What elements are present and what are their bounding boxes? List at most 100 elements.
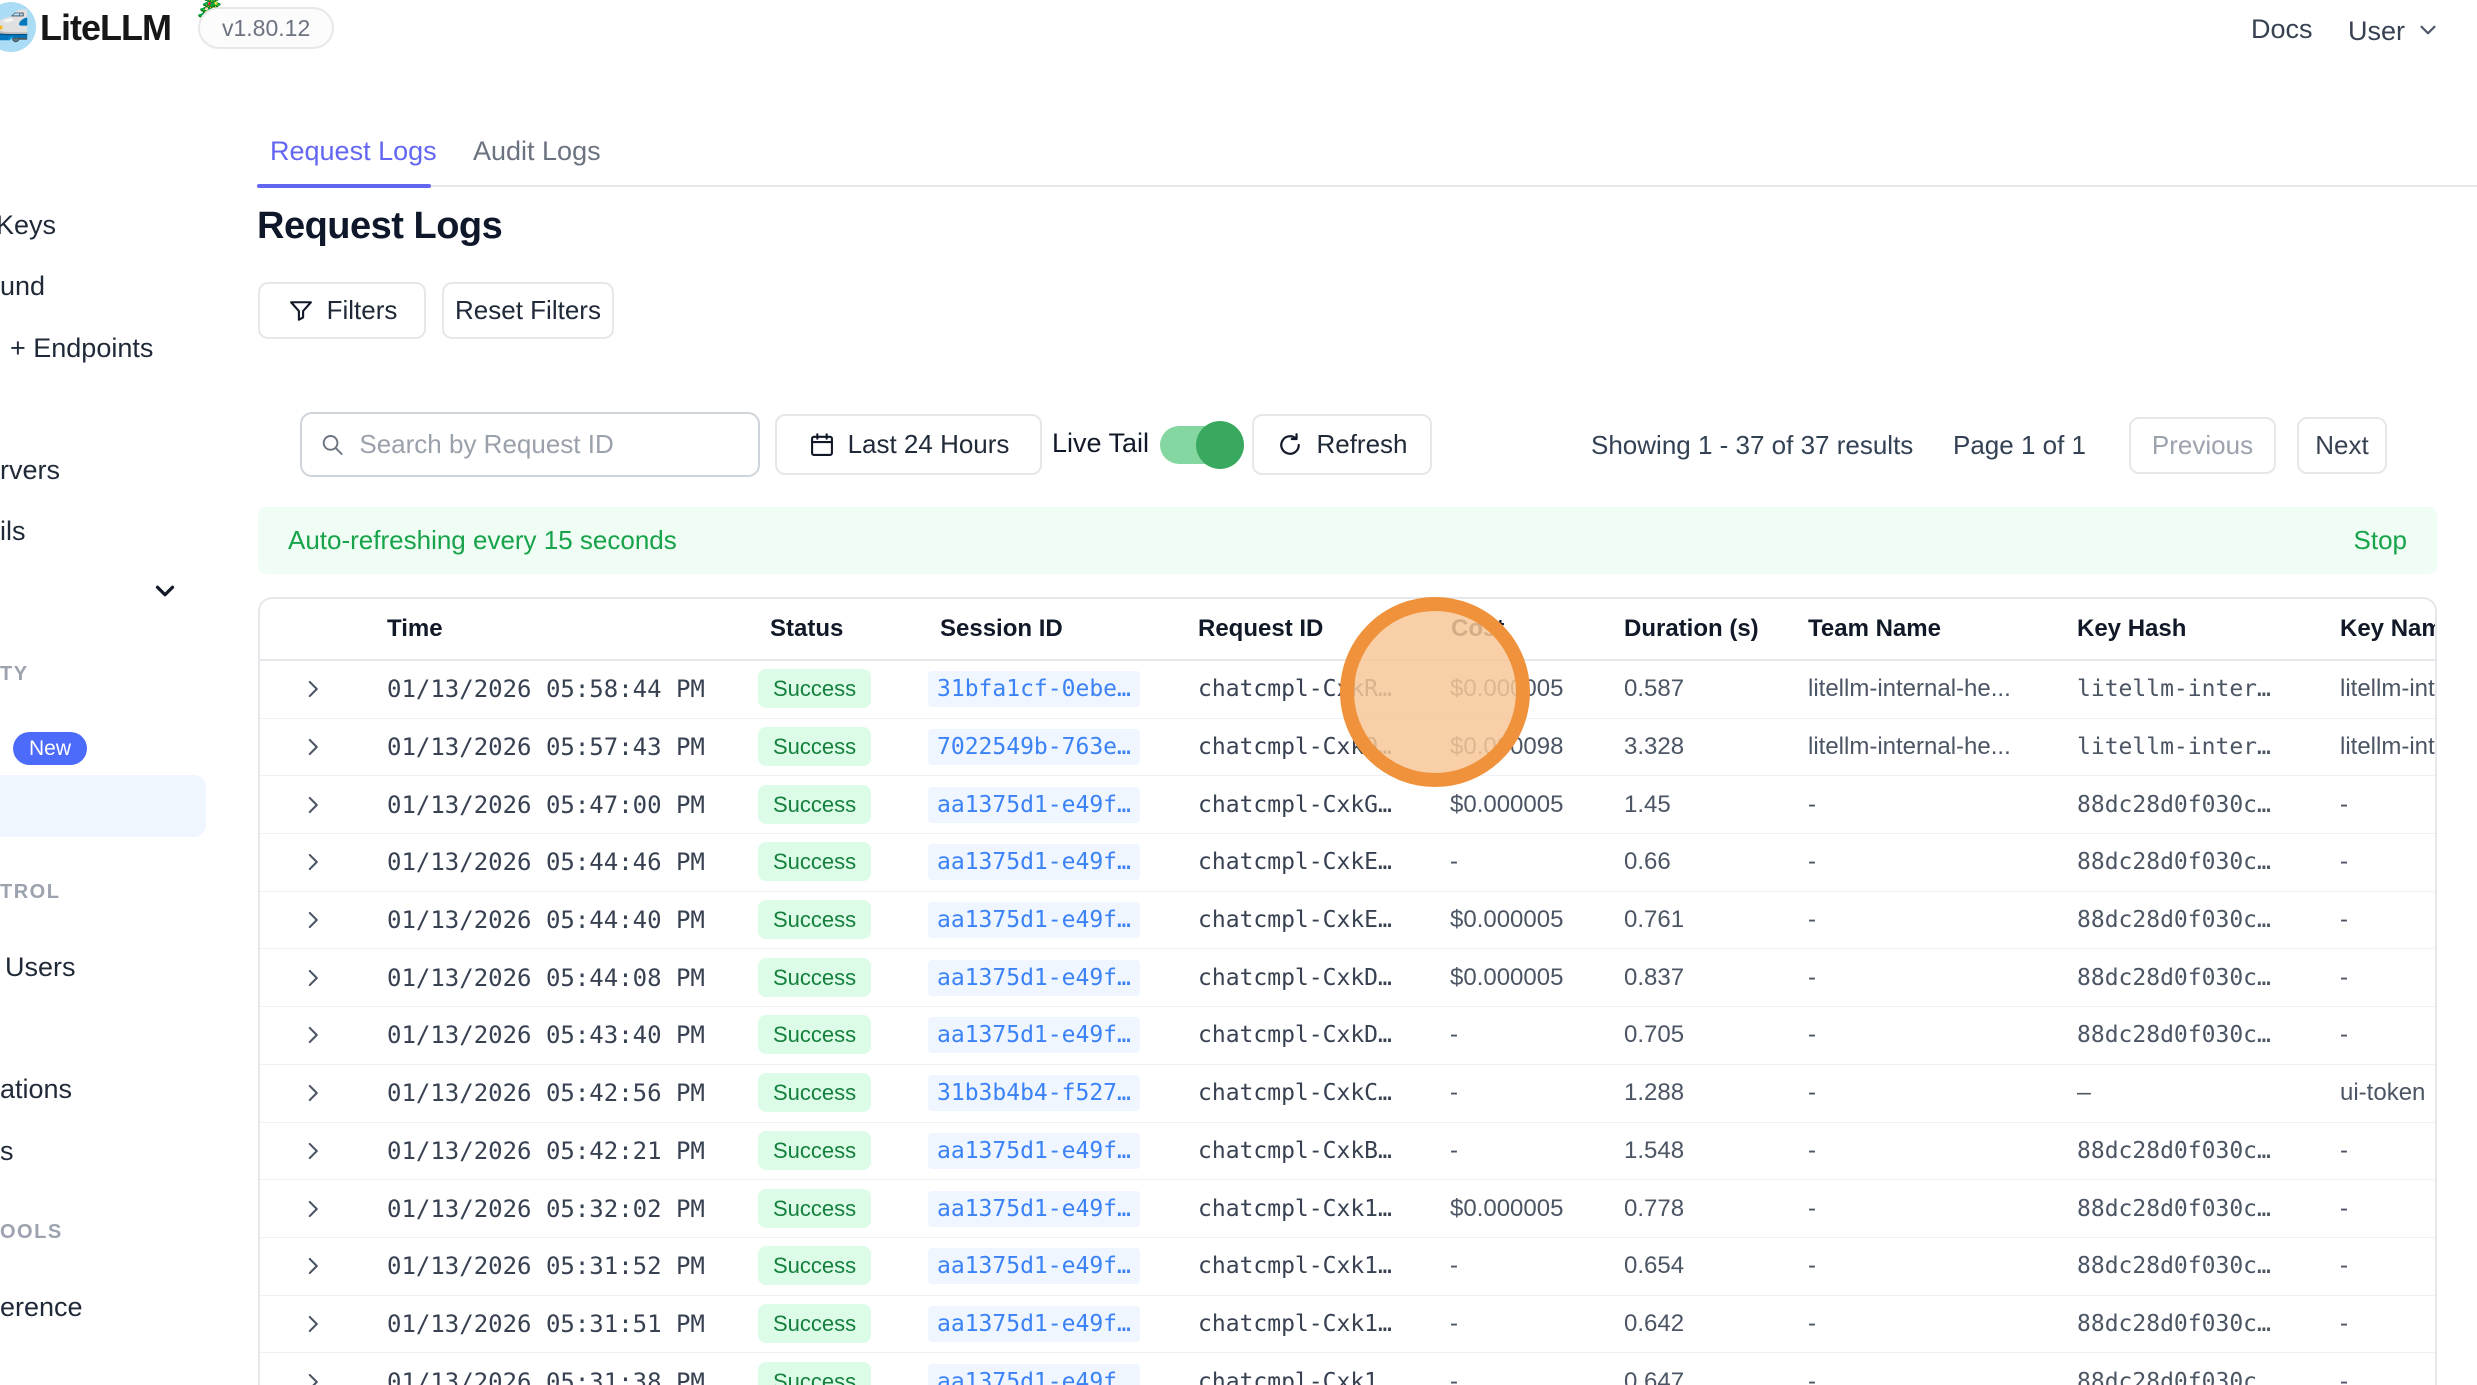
sidebar-item-teams[interactable]: s bbox=[0, 1136, 14, 1167]
toggle-knob bbox=[1196, 421, 1244, 469]
table-row[interactable]: 01/13/2026 05:44:08 PM Success aa1375d1-… bbox=[260, 949, 2435, 1007]
session-id-link[interactable]: 7022549b-763e… bbox=[928, 729, 1140, 765]
session-id-link[interactable]: aa1375d1-e49f… bbox=[928, 960, 1140, 996]
expand-chevron-right-icon[interactable] bbox=[300, 1311, 326, 1337]
cell-time: 01/13/2026 05:47:00 PM bbox=[387, 791, 705, 819]
expand-chevron-right-icon[interactable] bbox=[300, 734, 326, 760]
live-tail-toggle[interactable] bbox=[1160, 426, 1239, 464]
nav-docs-link[interactable]: Docs bbox=[2251, 14, 2313, 45]
cell-session-id: aa1375d1-e49f… bbox=[928, 792, 1140, 818]
status-badge: Success bbox=[758, 1131, 871, 1170]
cell-cost: - bbox=[1450, 1310, 1458, 1338]
session-id-link[interactable]: aa1375d1-e49f… bbox=[928, 1364, 1140, 1385]
cell-cost: - bbox=[1450, 1137, 1458, 1165]
table-row[interactable]: 01/13/2026 05:47:00 PM Success aa1375d1-… bbox=[260, 776, 2435, 834]
filters-button[interactable]: Filters bbox=[258, 282, 426, 339]
col-header-time: Time bbox=[387, 615, 443, 643]
cell-session-id: aa1375d1-e49f… bbox=[928, 1022, 1140, 1048]
expand-chevron-right-icon[interactable] bbox=[300, 1022, 326, 1048]
expand-chevron-right-icon[interactable] bbox=[300, 676, 326, 702]
cell-time: 01/13/2026 05:44:08 PM bbox=[387, 964, 705, 992]
session-id-link[interactable]: 31b3b4b4-f527… bbox=[928, 1075, 1140, 1111]
sidebar-item-guardrails[interactable]: ils bbox=[0, 516, 26, 547]
table-row[interactable]: 01/13/2026 05:43:40 PM Success aa1375d1-… bbox=[260, 1007, 2435, 1065]
session-id-link[interactable]: 31bfa1cf-0ebe… bbox=[928, 671, 1140, 707]
sidebar-item-api-reference[interactable]: erence bbox=[0, 1292, 83, 1323]
session-id-link[interactable]: aa1375d1-e49f… bbox=[928, 902, 1140, 938]
cell-time: 01/13/2026 05:44:40 PM bbox=[387, 906, 705, 934]
cell-key-name: - bbox=[2340, 791, 2348, 819]
table-row[interactable]: 01/13/2026 05:44:46 PM Success aa1375d1-… bbox=[260, 834, 2435, 892]
sidebar-item-organizations[interactable]: ations bbox=[0, 1074, 72, 1105]
search-input[interactable] bbox=[359, 429, 740, 460]
cell-request-id: chatcmpl-Cxk1… bbox=[1198, 1253, 1392, 1279]
cell-status: Success bbox=[758, 907, 871, 933]
session-id-link[interactable]: aa1375d1-e49f… bbox=[928, 1017, 1140, 1053]
cell-key-name: - bbox=[2340, 1137, 2348, 1165]
session-id-link[interactable]: aa1375d1-e49f… bbox=[928, 1248, 1140, 1284]
sidebar-collapse-chevron-down-icon[interactable] bbox=[150, 576, 180, 606]
cell-duration: 0.66 bbox=[1624, 848, 1671, 876]
cell-key-hash: 88dc28d0f030c… bbox=[2077, 965, 2271, 991]
search-icon bbox=[320, 431, 345, 459]
cell-time: 01/13/2026 05:32:02 PM bbox=[387, 1195, 705, 1223]
sidebar-item-playground[interactable]: und bbox=[0, 271, 45, 302]
cell-duration: 0.837 bbox=[1624, 964, 1684, 992]
session-id-link[interactable]: aa1375d1-e49f… bbox=[928, 787, 1140, 823]
cell-status: Success bbox=[758, 965, 871, 991]
cell-cost: $0.000005 bbox=[1450, 964, 1563, 992]
table-row[interactable]: 01/13/2026 05:42:56 PM Success 31b3b4b4-… bbox=[260, 1065, 2435, 1123]
refresh-button[interactable]: Refresh bbox=[1252, 414, 1432, 475]
table-row[interactable]: 01/13/2026 05:42:21 PM Success aa1375d1-… bbox=[260, 1123, 2435, 1181]
cell-time: 01/13/2026 05:43:40 PM bbox=[387, 1021, 705, 1049]
sidebar-item-internal-users[interactable]: Users bbox=[5, 952, 76, 983]
next-page-button[interactable]: Next bbox=[2297, 417, 2387, 474]
cell-session-id: 31b3b4b4-f527… bbox=[928, 1080, 1140, 1106]
stop-auto-refresh-button[interactable]: Stop bbox=[2354, 525, 2408, 556]
sidebar-item-keys[interactable]: Keys bbox=[0, 210, 56, 241]
session-id-link[interactable]: aa1375d1-e49f… bbox=[928, 1306, 1140, 1342]
col-header-team-name: Team Name bbox=[1808, 615, 1941, 643]
cell-session-id: aa1375d1-e49f… bbox=[928, 1311, 1140, 1337]
expand-chevron-right-icon[interactable] bbox=[300, 907, 326, 933]
session-id-link[interactable]: aa1375d1-e49f… bbox=[928, 1191, 1140, 1227]
sidebar-section-access-control: TROL bbox=[0, 881, 60, 904]
cell-request-id: chatcmpl-CxkE… bbox=[1198, 849, 1392, 875]
time-range-button[interactable]: Last 24 Hours bbox=[775, 414, 1042, 475]
expand-chevron-right-icon[interactable] bbox=[300, 849, 326, 875]
cell-time: 01/13/2026 05:42:56 PM bbox=[387, 1079, 705, 1107]
table-row[interactable]: 01/13/2026 05:31:51 PM Success aa1375d1-… bbox=[260, 1296, 2435, 1354]
expand-chevron-right-icon[interactable] bbox=[300, 965, 326, 991]
table-row[interactable]: 01/13/2026 05:44:40 PM Success aa1375d1-… bbox=[260, 892, 2435, 950]
table-row[interactable]: 01/13/2026 05:31:38 PM Success aa1375d1-… bbox=[260, 1353, 2435, 1385]
session-id-link[interactable]: aa1375d1-e49f… bbox=[928, 1133, 1140, 1169]
tab-request-logs[interactable]: Request Logs bbox=[270, 136, 437, 167]
cell-status: Success bbox=[758, 1022, 871, 1048]
reset-filters-button[interactable]: Reset Filters bbox=[442, 282, 614, 339]
chevron-down-icon bbox=[2415, 17, 2441, 43]
col-header-status: Status bbox=[770, 615, 843, 643]
cell-request-id: chatcmpl-CxkD… bbox=[1198, 1022, 1392, 1048]
expand-chevron-right-icon[interactable] bbox=[300, 1196, 326, 1222]
sidebar-item-models-endpoints[interactable]: + Endpoints bbox=[10, 333, 153, 364]
table-row[interactable]: 01/13/2026 05:31:52 PM Success aa1375d1-… bbox=[260, 1238, 2435, 1296]
session-id-link[interactable]: aa1375d1-e49f… bbox=[928, 844, 1140, 880]
nav-user-menu[interactable]: User bbox=[2348, 14, 2441, 47]
cell-team-name: - bbox=[1808, 1252, 1816, 1280]
sidebar-item-logs-selected[interactable] bbox=[0, 775, 206, 837]
table-row[interactable]: 01/13/2026 05:32:02 PM Success aa1375d1-… bbox=[260, 1180, 2435, 1238]
page-title: Request Logs bbox=[257, 205, 502, 248]
previous-page-button[interactable]: Previous bbox=[2129, 417, 2276, 474]
expand-chevron-right-icon[interactable] bbox=[300, 1253, 326, 1279]
expand-chevron-right-icon[interactable] bbox=[300, 1080, 326, 1106]
expand-chevron-right-icon[interactable] bbox=[300, 792, 326, 818]
col-header-duration: Duration (s) bbox=[1624, 615, 1759, 643]
tab-audit-logs[interactable]: Audit Logs bbox=[473, 136, 601, 167]
sidebar-item-servers[interactable]: rvers bbox=[0, 455, 60, 486]
col-header-session-id: Session ID bbox=[940, 615, 1063, 643]
click-indicator bbox=[1340, 597, 1530, 787]
expand-chevron-right-icon[interactable] bbox=[300, 1369, 326, 1385]
expand-chevron-right-icon[interactable] bbox=[300, 1138, 326, 1164]
cell-key-hash: 88dc28d0f030c… bbox=[2077, 1253, 2271, 1279]
cell-team-name: - bbox=[1808, 1195, 1816, 1223]
